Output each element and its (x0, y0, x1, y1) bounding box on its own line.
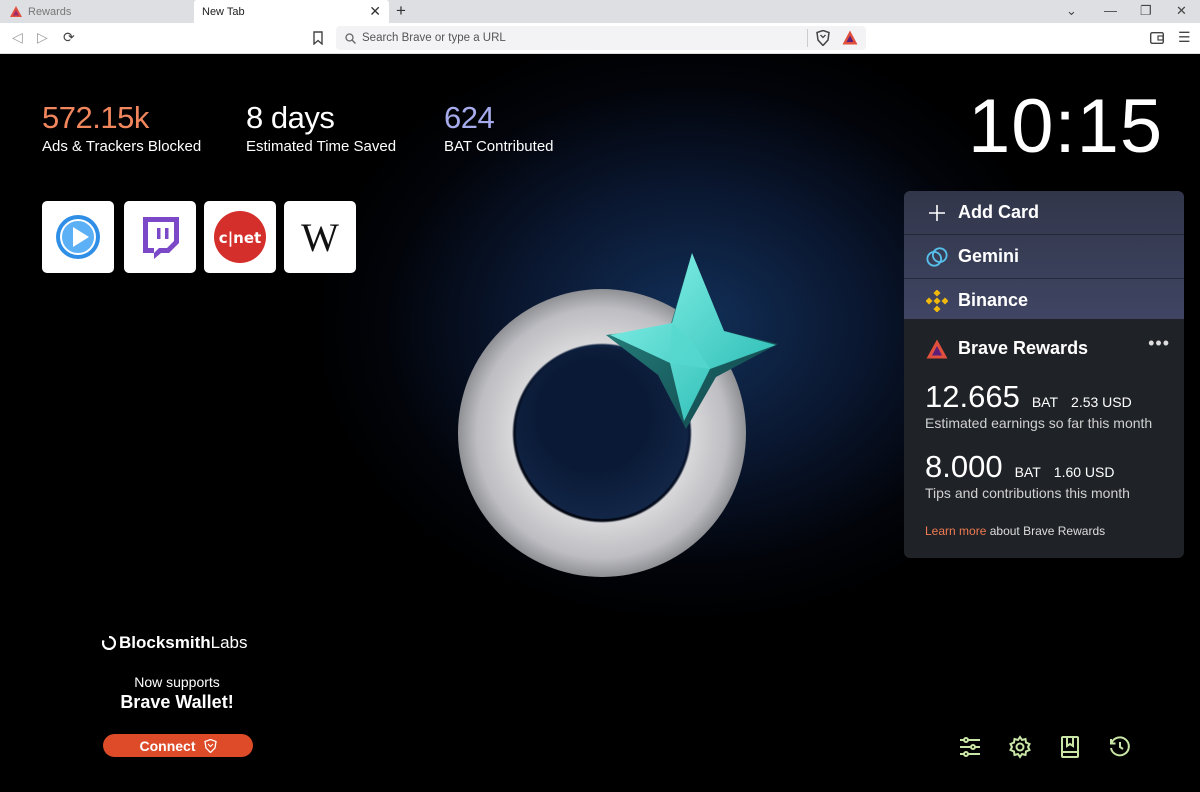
svg-text:c|net: c|net (219, 229, 261, 248)
stat-value: 572.15k (42, 100, 149, 135)
stat-label: Ads & Trackers Blocked (42, 138, 202, 155)
earnings-bat-value: 12.665 (925, 379, 1020, 414)
add-card-button[interactable]: Add Card (904, 191, 1184, 235)
widget-card-list: Add Card Gemini Binance (904, 191, 1184, 321)
earnings-unit: BAT (1031, 394, 1059, 410)
tab-label: Rewards (28, 5, 72, 18)
card-label: Binance (958, 290, 1029, 310)
stat-label: BAT Contributed (444, 138, 554, 155)
wikipedia-logo-icon: W (301, 215, 339, 259)
clock: 10:15 (968, 84, 1164, 169)
search-icon (345, 32, 356, 44)
bat-logo-icon (926, 339, 948, 358)
tips-amount: 8.000 BAT 1.60 USD (925, 449, 1114, 485)
cnet-logo-icon: c|net (214, 211, 266, 263)
browser-toolbar: ◁ ▷ ⟳ ☰ (0, 23, 1200, 54)
stat-time-saved: 8 days Estimated Time Saved (246, 100, 396, 155)
connect-button[interactable]: Connect (103, 734, 253, 757)
top-site-twitch[interactable] (124, 201, 196, 273)
rewards-learn-more: Learn more about Brave Rewards (925, 524, 1105, 538)
tab-label: New Tab (202, 5, 245, 18)
earnings-amount: 12.665 BAT 2.53 USD (925, 379, 1132, 415)
bookmarks-icon[interactable] (1058, 735, 1082, 759)
tab-rewards[interactable]: Rewards (0, 0, 194, 23)
url-input[interactable] (362, 32, 762, 44)
top-site-cnet[interactable]: c|net (204, 201, 276, 273)
minimize-button[interactable]: — (1104, 3, 1117, 18)
forward-icon[interactable]: ▷ (37, 29, 48, 46)
tips-usd: 1.60 USD (1053, 464, 1115, 480)
top-site-video-player[interactable] (42, 201, 114, 273)
rewards-header: Brave Rewards (926, 338, 1088, 359)
brave-shields-icon[interactable] (816, 30, 830, 46)
twitch-icon (143, 217, 179, 259)
tips-caption: Tips and contributions this month (925, 485, 1130, 501)
new-tab-button[interactable]: + (396, 1, 406, 21)
stat-value: 624 (444, 100, 495, 135)
stat-ads-blocked: 572.15k Ads & Trackers Blocked (42, 100, 201, 155)
sponsor-brand-light: Labs (210, 633, 248, 652)
wallet-icon[interactable] (1150, 32, 1164, 44)
stat-bat-contributed: 624 BAT Contributed (444, 100, 554, 155)
menu-icon[interactable]: ☰ (1178, 29, 1191, 46)
bat-triangle-icon (10, 6, 22, 17)
tab-strip: Rewards New Tab ✕ + ⌄ — ❐ ✕ (0, 0, 1200, 23)
close-window-button[interactable]: ✕ (1176, 3, 1187, 19)
sponsor-logo[interactable]: Blocksmith Labs (102, 633, 248, 653)
gemini-card[interactable]: Gemini (904, 235, 1184, 279)
svg-text:W: W (301, 215, 339, 259)
restore-button[interactable]: ❐ (1140, 3, 1152, 19)
rewards-title: Brave Rewards (958, 338, 1089, 358)
learn-more-link[interactable]: Learn more (925, 524, 986, 538)
brave-lion-icon (203, 738, 217, 753)
binance-icon (926, 289, 948, 312)
connect-label: Connect (139, 737, 196, 754)
sponsor-brand-bold: Blocksmith (119, 633, 211, 652)
close-tab-icon[interactable]: ✕ (369, 3, 381, 20)
bookmark-icon[interactable] (313, 31, 323, 45)
url-separator (807, 29, 808, 47)
stat-label: Estimated Time Saved (246, 138, 397, 155)
tab-new-tab[interactable]: New Tab ✕ (194, 0, 389, 23)
card-label: Add Card (958, 202, 1039, 222)
new-tab-page: 572.15k Ads & Trackers Blocked 8 days Es… (0, 55, 1200, 792)
settings-gear-icon[interactable] (1008, 735, 1032, 759)
tips-bat-value: 8.000 (925, 449, 1003, 484)
earnings-usd: 2.53 USD (1071, 394, 1132, 410)
card-label: Gemini (958, 246, 1020, 266)
blocksmith-logo-icon (102, 636, 116, 650)
customize-icon[interactable] (958, 735, 982, 759)
binance-card[interactable]: Binance (904, 279, 1184, 321)
sponsor-headline: Brave Wallet! (120, 692, 234, 712)
stat-value: 8 days (246, 100, 335, 135)
sponsor-tagline: Now supports (134, 674, 220, 690)
reload-icon[interactable]: ⟳ (63, 29, 75, 46)
gemini-icon (926, 246, 948, 268)
play-icon (56, 215, 100, 259)
top-site-wikipedia[interactable]: W (284, 201, 356, 273)
tab-search-dropdown-icon[interactable]: ⌄ (1066, 3, 1077, 19)
earnings-caption: Estimated earnings so far this month (925, 415, 1153, 431)
more-options-icon[interactable]: ••• (1148, 333, 1170, 354)
back-icon[interactable]: ◁ (12, 29, 23, 46)
learn-more-text: about Brave Rewards (989, 524, 1106, 538)
brave-rewards-card: Brave Rewards ••• 12.665 BAT 2.53 USD Es… (904, 319, 1184, 558)
brave-rewards-icon[interactable] (842, 30, 858, 45)
address-bar[interactable] (336, 26, 866, 50)
history-icon[interactable] (1108, 735, 1132, 759)
tips-unit: BAT (1014, 464, 1041, 480)
background-crystal-art (606, 253, 778, 429)
plus-icon (926, 202, 948, 224)
